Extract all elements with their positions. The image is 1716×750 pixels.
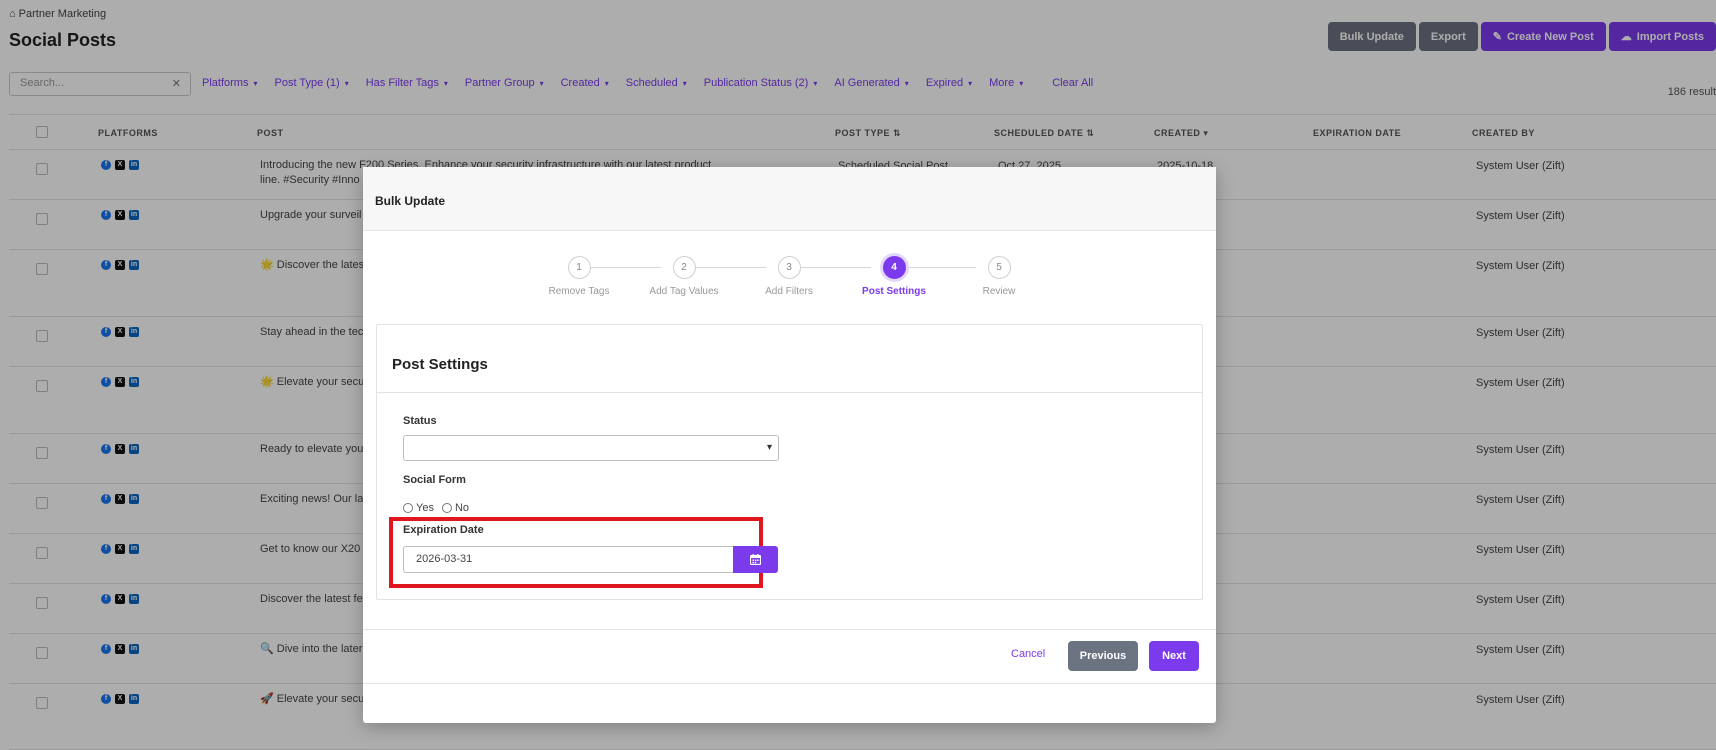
step-add-filters[interactable]: 3 Add Filters	[729, 256, 849, 297]
status-label: Status	[403, 415, 437, 427]
social-form-label: Social Form	[403, 474, 466, 486]
post-settings-panel: Post Settings Status ▾ Social Form Yes N…	[376, 324, 1203, 600]
status-select[interactable]: ▾	[403, 435, 779, 461]
calendar-button[interactable]	[733, 546, 778, 573]
section-title: Post Settings	[377, 325, 1202, 393]
expiration-date-input[interactable]: 2026-03-31	[403, 546, 733, 573]
next-button[interactable]: Next	[1149, 641, 1199, 671]
chevron-down-icon: ▾	[766, 442, 772, 453]
bulk-update-modal: Bulk Update 1 Remove Tags 2 Add Tag Valu…	[363, 167, 1216, 723]
step-review[interactable]: 5 Review	[939, 256, 1059, 297]
social-form-yes-radio[interactable]: Yes	[403, 502, 434, 514]
step-add-tag-values[interactable]: 2 Add Tag Values	[624, 256, 744, 297]
expiration-date-label: Expiration Date	[403, 524, 484, 536]
step-post-settings[interactable]: 4 Post Settings	[834, 256, 954, 297]
modal-title: Bulk Update	[363, 167, 1216, 231]
social-form-no-radio[interactable]: No	[441, 502, 469, 514]
cancel-button[interactable]: Cancel	[1011, 648, 1045, 660]
step-remove-tags[interactable]: 1 Remove Tags	[519, 256, 639, 297]
calendar-icon	[750, 554, 761, 565]
stepper: 1 Remove Tags 2 Add Tag Values 3 Add Fil…	[363, 256, 1216, 316]
modal-footer: Cancel Previous Next	[363, 629, 1216, 684]
social-form-radio-group: Yes No	[403, 502, 469, 514]
social-posts-page: ⌂ Partner Marketing Social Posts Bulk Up…	[0, 0, 1716, 750]
previous-button[interactable]: Previous	[1068, 641, 1138, 671]
